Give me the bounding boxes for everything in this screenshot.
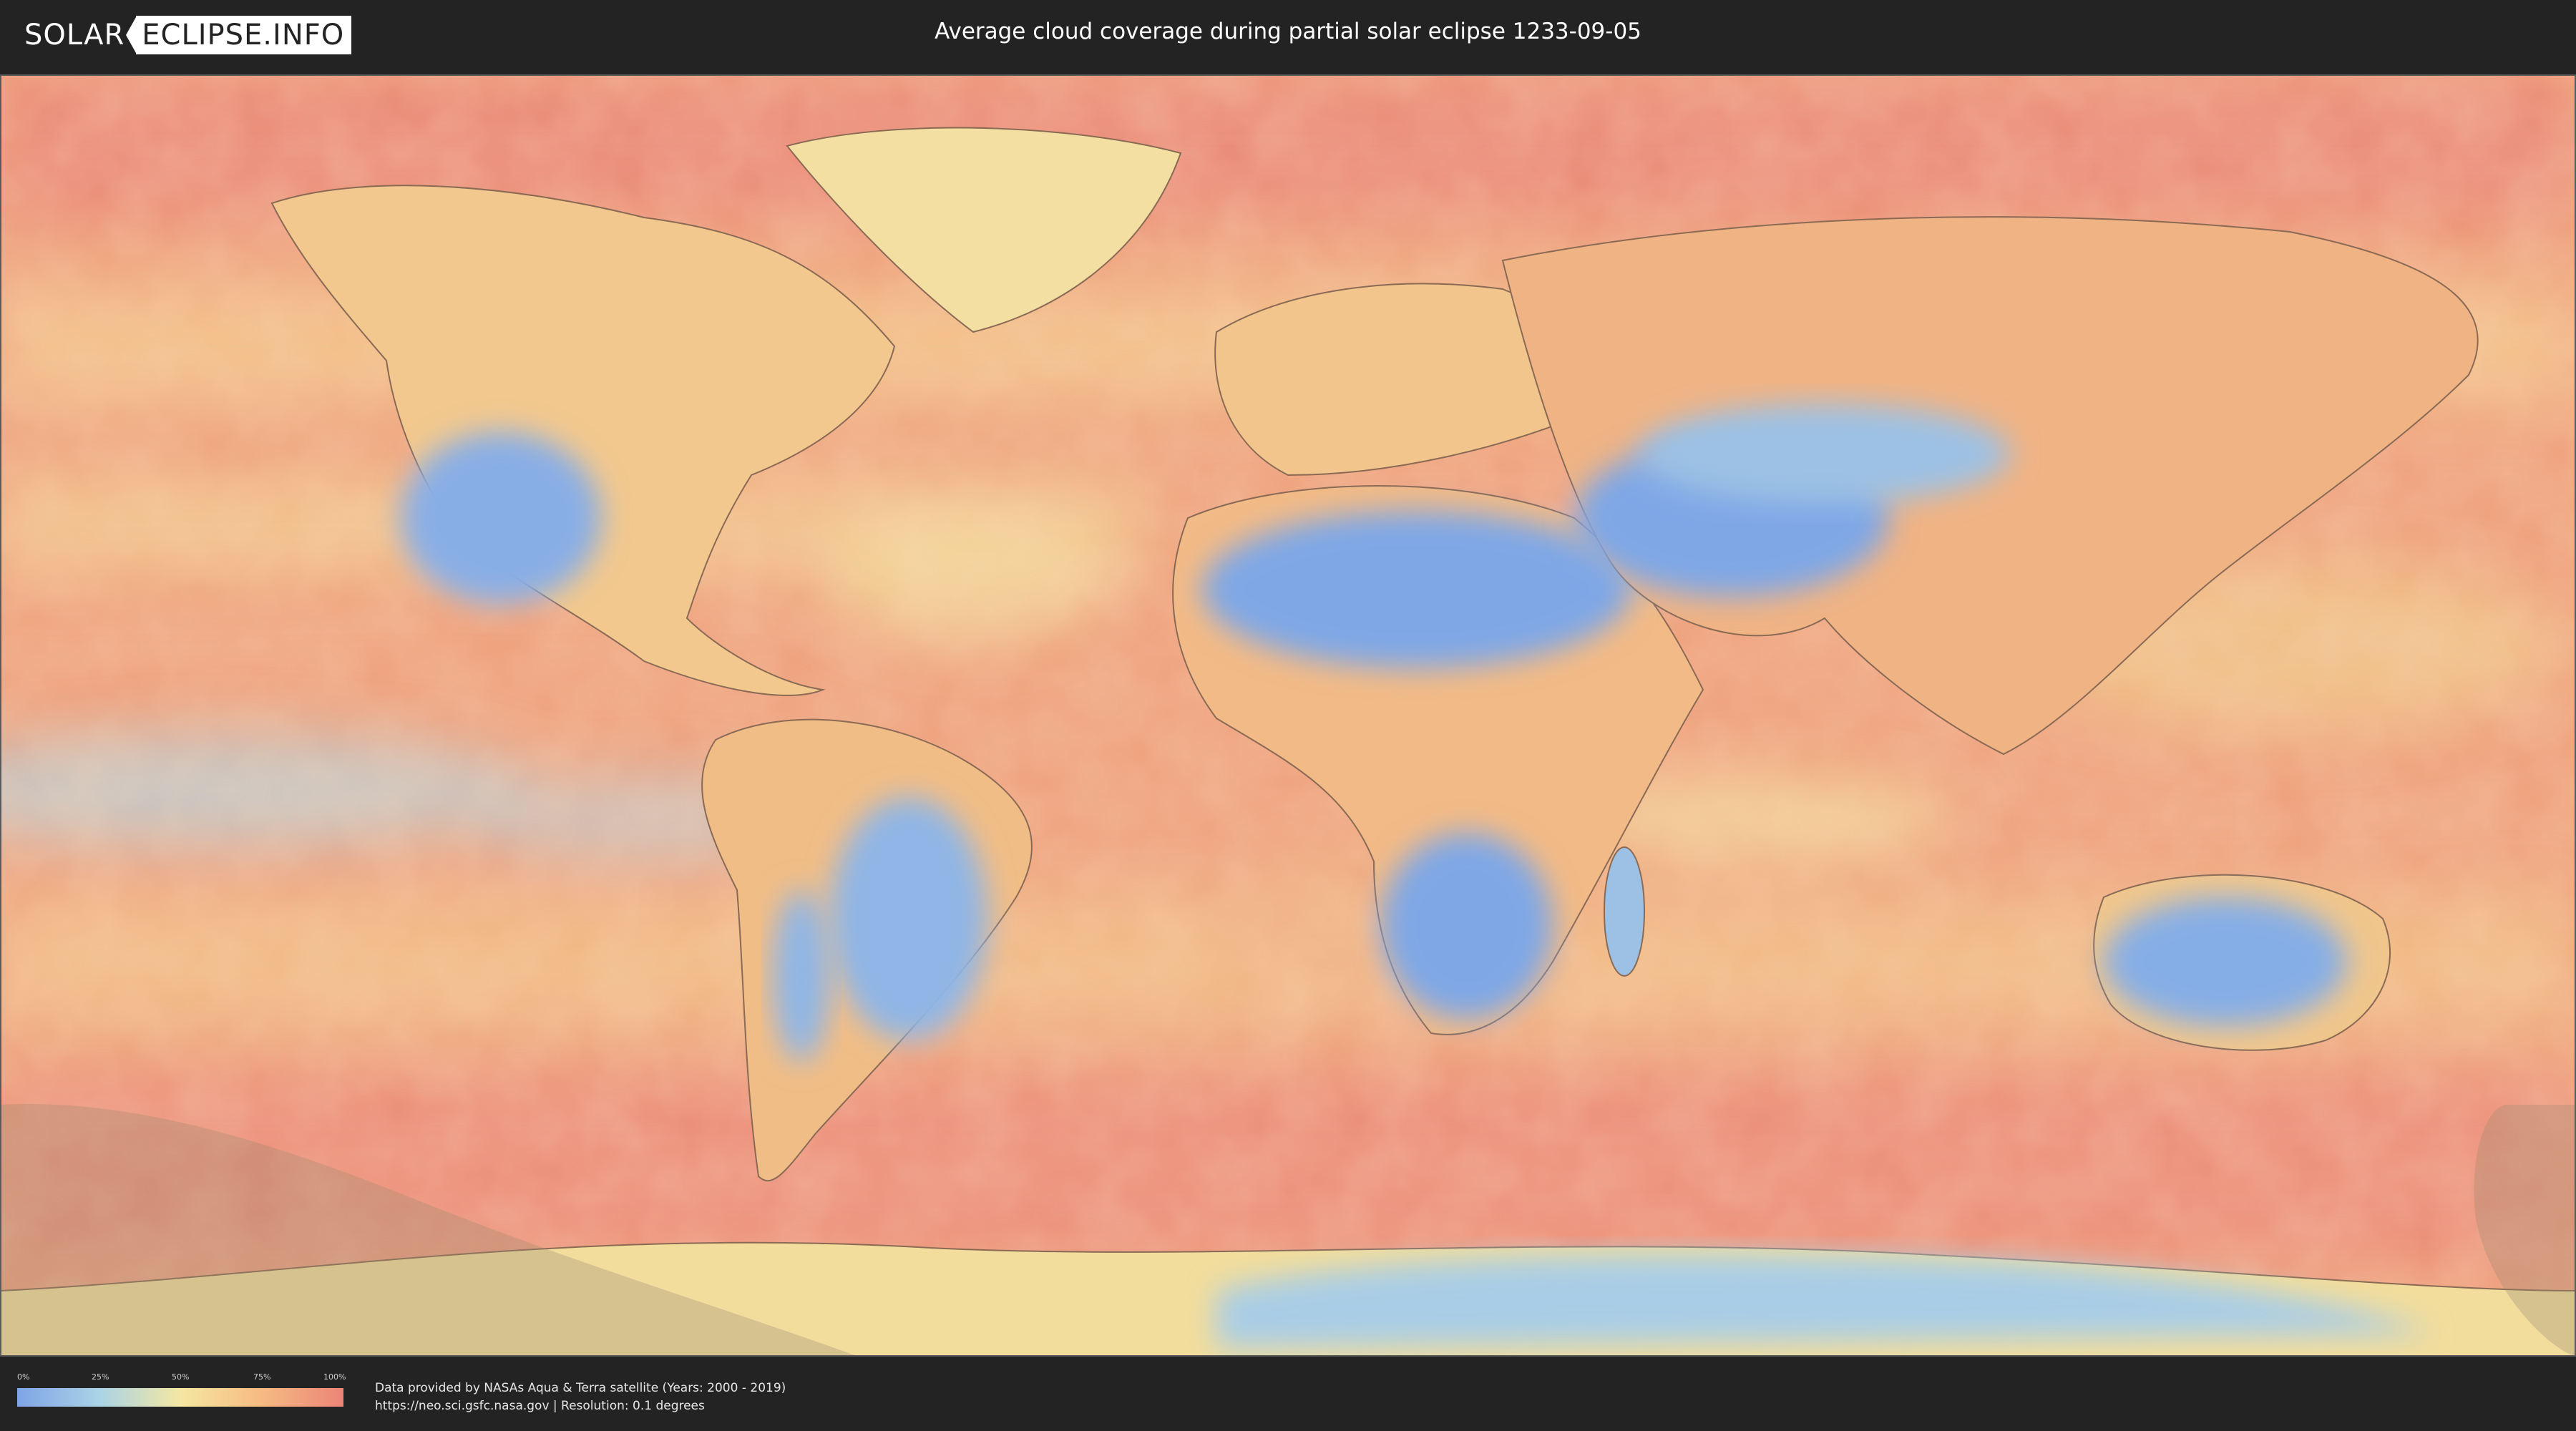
cloud-coverage-map[interactable] [0, 74, 2576, 1357]
credits-line-2[interactable]: https://neo.sci.gsfc.nasa.gov | Resoluti… [375, 1397, 786, 1415]
page-title: Average cloud coverage during partial so… [935, 19, 1641, 44]
legend-tick-0: 0% [17, 1372, 30, 1382]
legend-ticks: 0% 25% 50% 75% 100% [17, 1372, 346, 1388]
color-legend: 0% 25% 50% 75% 100% [17, 1372, 346, 1407]
madagascar [1604, 846, 1645, 977]
credits-line-1: Data provided by NASAs Aqua & Terra sate… [375, 1381, 786, 1395]
header-bar: SOLAR ECLIPSE.INFO Average cloud coverag… [0, 0, 2576, 72]
data-credits: Data provided by NASAs Aqua & Terra sate… [375, 1379, 786, 1415]
world-map-svg [0, 74, 2576, 1357]
legend-tick-25: 25% [92, 1372, 109, 1382]
legend-gradient-bar [17, 1388, 343, 1407]
legend-tick-50: 50% [172, 1372, 190, 1382]
australia [2093, 874, 2391, 1051]
legend-tick-75: 75% [253, 1372, 271, 1382]
legend-tick-100: 100% [323, 1372, 346, 1382]
